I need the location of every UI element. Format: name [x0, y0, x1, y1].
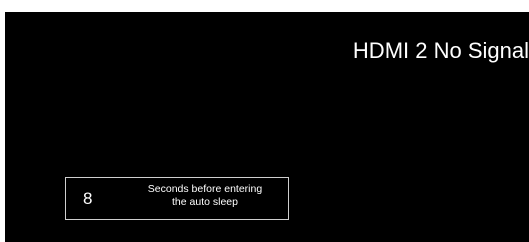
- auto-sleep-notice: 8 Seconds before entering the auto sleep: [65, 177, 289, 220]
- sleep-message-line-2: the auto sleep: [172, 196, 238, 209]
- no-signal-title: HDMI 2 No Signal: [352, 38, 529, 63]
- sleep-countdown: 8: [83, 189, 93, 208]
- tv-screen: HDMI 2 No Signal 8 Seconds before enteri…: [5, 12, 529, 242]
- sleep-message-line-1: Seconds before entering: [147, 183, 263, 195]
- sleep-message: Seconds before entering the auto sleep: [124, 183, 286, 209]
